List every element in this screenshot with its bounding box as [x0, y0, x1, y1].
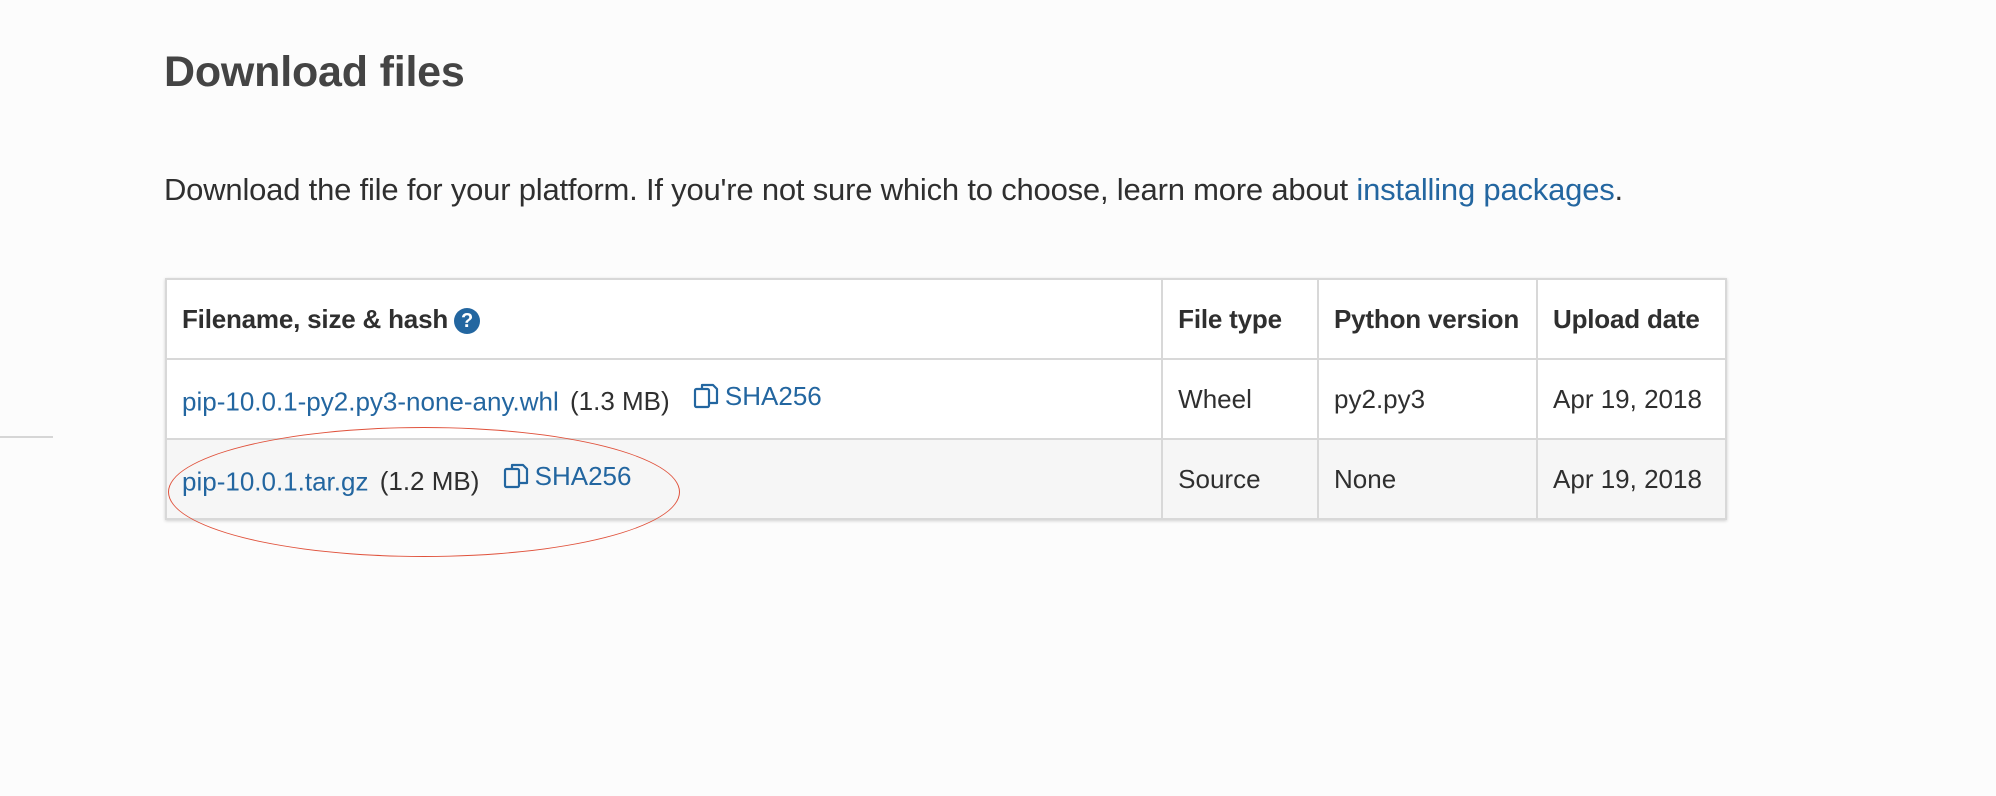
python-version-cell: None	[1317, 438, 1539, 520]
header-python-version: Python version	[1317, 278, 1539, 360]
copy-icon	[503, 464, 528, 489]
download-files-page: Download files Download the file for you…	[0, 0, 1996, 796]
files-table: Filename, size & hash? File type Python …	[164, 278, 1727, 520]
installing-packages-link[interactable]: installing packages	[1356, 172, 1614, 207]
intro-paragraph: Download the file for your platform. If …	[164, 172, 1623, 208]
header-filename-label: Filename, size & hash	[182, 303, 449, 334]
sha256-copy-button[interactable]: SHA256	[693, 381, 822, 412]
sha256-label: SHA256	[724, 380, 822, 411]
file-download-link[interactable]: pip-10.0.1.tar.gz	[182, 466, 368, 496]
table-row: pip-10.0.1-py2.py3-none-any.whl (1.3 MB)…	[164, 358, 1727, 440]
file-type-cell: Wheel	[1161, 358, 1320, 440]
file-size: (1.2 MB)	[379, 466, 480, 497]
file-cell: pip-10.0.1-py2.py3-none-any.whl (1.3 MB)…	[164, 358, 1164, 440]
upload-date-cell: Apr 19, 2018	[1536, 438, 1727, 520]
intro-text: Download the file for your platform. If …	[164, 172, 1357, 207]
header-filename: Filename, size & hash?	[164, 278, 1164, 360]
section-title: Download files	[164, 48, 465, 96]
file-type-cell: Source	[1161, 438, 1320, 520]
file-cell: pip-10.0.1.tar.gz (1.2 MB) SHA256	[164, 438, 1164, 520]
file-download-link[interactable]: pip-10.0.1-py2.py3-none-any.whl	[182, 386, 559, 416]
header-upload-date: Upload date	[1536, 278, 1727, 360]
table-row: pip-10.0.1.tar.gz (1.2 MB) SHA256 Source…	[164, 438, 1727, 520]
intro-end: .	[1614, 172, 1624, 207]
question-circle-icon[interactable]: ?	[454, 307, 481, 334]
header-file-type: File type	[1161, 278, 1320, 360]
python-version-cell: py2.py3	[1317, 358, 1539, 440]
sha256-copy-button[interactable]: SHA256	[503, 460, 632, 492]
file-size: (1.3 MB)	[569, 386, 670, 417]
upload-date-cell: Apr 19, 2018	[1536, 358, 1727, 440]
table-header-row: Filename, size & hash? File type Python …	[164, 278, 1727, 360]
side-divider	[0, 436, 53, 438]
sha256-label: SHA256	[534, 460, 632, 491]
copy-icon	[693, 384, 719, 409]
